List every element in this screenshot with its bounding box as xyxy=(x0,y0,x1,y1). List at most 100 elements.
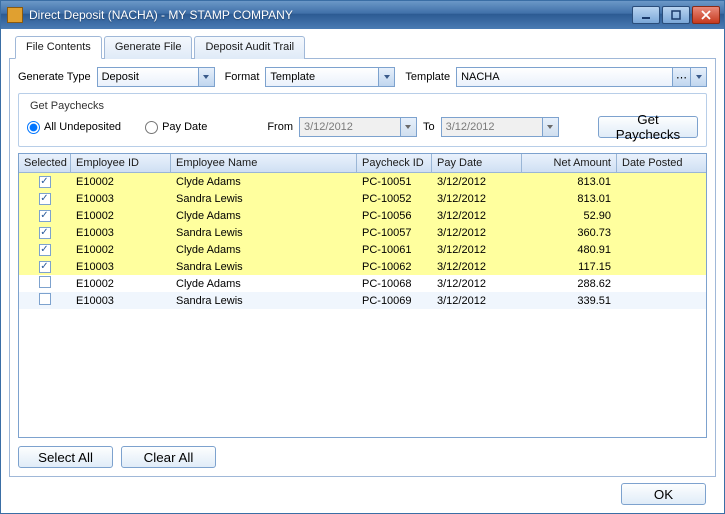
cell-pay-date: 3/12/2012 xyxy=(432,295,522,307)
cell-net-amount: 813.01 xyxy=(522,176,617,188)
cell-employee-name: Clyde Adams xyxy=(171,244,357,256)
cell-employee-id: E10003 xyxy=(71,227,171,239)
cell-pay-date: 3/12/2012 xyxy=(432,193,522,205)
row-checkbox[interactable] xyxy=(39,293,51,305)
cell-employee-name: Sandra Lewis xyxy=(171,295,357,307)
table-row[interactable]: E10002Clyde AdamsPC-100513/12/2012813.01 xyxy=(19,173,706,190)
generate-type-label: Generate Type xyxy=(18,71,91,83)
cell-paycheck-id: PC-10068 xyxy=(357,278,432,290)
cell-pay-date: 3/12/2012 xyxy=(432,261,522,273)
cell-employee-id: E10002 xyxy=(71,244,171,256)
cell-net-amount: 813.01 xyxy=(522,193,617,205)
generate-type-combo[interactable]: Deposit xyxy=(97,67,215,87)
cell-paycheck-id: PC-10069 xyxy=(357,295,432,307)
cell-net-amount: 480.91 xyxy=(522,244,617,256)
radio-all-undeposited-label: All Undeposited xyxy=(44,121,121,133)
tab-file-contents[interactable]: File Contents xyxy=(15,36,102,59)
to-date-value: 3/12/2012 xyxy=(446,121,495,133)
row-checkbox[interactable] xyxy=(39,176,51,188)
row-checkbox[interactable] xyxy=(39,244,51,256)
col-employee-id[interactable]: Employee ID xyxy=(71,154,171,172)
radio-all-undeposited[interactable]: All Undeposited xyxy=(27,121,121,134)
row-checkbox[interactable] xyxy=(39,227,51,239)
grid-header: Selected Employee ID Employee Name Paych… xyxy=(19,154,706,173)
cell-paycheck-id: PC-10052 xyxy=(357,193,432,205)
grid-body[interactable]: E10002Clyde AdamsPC-100513/12/2012813.01… xyxy=(19,173,706,437)
cell-net-amount: 339.51 xyxy=(522,295,617,307)
select-all-button[interactable]: Select All xyxy=(18,446,113,468)
table-row[interactable]: E10003Sandra LewisPC-100693/12/2012339.5… xyxy=(19,292,706,309)
chevron-down-icon xyxy=(400,118,416,136)
cell-employee-name: Clyde Adams xyxy=(171,210,357,222)
ok-button[interactable]: OK xyxy=(621,483,706,505)
tab-strip: File Contents Generate File Deposit Audi… xyxy=(9,35,716,59)
template-value: NACHA xyxy=(461,71,672,83)
col-net-amount[interactable]: Net Amount xyxy=(522,154,617,172)
col-paycheck-id[interactable]: Paycheck ID xyxy=(357,154,432,172)
get-paychecks-fieldset: Get Paychecks All Undeposited Pay Date F… xyxy=(18,93,707,147)
tab-generate-file[interactable]: Generate File xyxy=(104,36,193,59)
tab-panel: Generate Type Deposit Format Template Te… xyxy=(9,59,716,477)
cell-net-amount: 52.90 xyxy=(522,210,617,222)
app-icon xyxy=(7,7,23,23)
cell-employee-id: E10003 xyxy=(71,193,171,205)
cell-net-amount: 360.73 xyxy=(522,227,617,239)
format-combo[interactable]: Template xyxy=(265,67,395,87)
get-paychecks-button[interactable]: Get Paychecks xyxy=(598,116,698,138)
cell-paycheck-id: PC-10062 xyxy=(357,261,432,273)
cell-pay-date: 3/12/2012 xyxy=(432,227,522,239)
cell-employee-name: Sandra Lewis xyxy=(171,227,357,239)
maximize-button[interactable] xyxy=(662,6,690,24)
template-combo[interactable]: NACHA ⋯ xyxy=(456,67,707,87)
titlebar: Direct Deposit (NACHA) - MY STAMP COMPAN… xyxy=(1,1,724,29)
table-row[interactable]: E10003Sandra LewisPC-100523/12/2012813.0… xyxy=(19,190,706,207)
cell-paycheck-id: PC-10057 xyxy=(357,227,432,239)
from-date-value: 3/12/2012 xyxy=(304,121,353,133)
cell-paycheck-id: PC-10061 xyxy=(357,244,432,256)
chevron-down-icon xyxy=(378,68,394,86)
cell-net-amount: 117.15 xyxy=(522,261,617,273)
chevron-down-icon xyxy=(198,68,214,86)
cell-employee-name: Clyde Adams xyxy=(171,176,357,188)
cell-employee-id: E10002 xyxy=(71,278,171,290)
cell-employee-name: Sandra Lewis xyxy=(171,261,357,273)
from-label: From xyxy=(267,121,293,133)
table-row[interactable]: E10003Sandra LewisPC-100573/12/2012360.7… xyxy=(19,224,706,241)
table-row[interactable]: E10003Sandra LewisPC-100623/12/2012117.1… xyxy=(19,258,706,275)
from-date-input[interactable]: 3/12/2012 xyxy=(299,117,417,137)
cell-employee-name: Sandra Lewis xyxy=(171,193,357,205)
paychecks-grid: Selected Employee ID Employee Name Paych… xyxy=(18,153,707,438)
chevron-down-icon xyxy=(542,118,558,136)
table-row[interactable]: E10002Clyde AdamsPC-100613/12/2012480.91 xyxy=(19,241,706,258)
cell-pay-date: 3/12/2012 xyxy=(432,176,522,188)
close-button[interactable] xyxy=(692,6,720,24)
minimize-button[interactable] xyxy=(632,6,660,24)
table-row[interactable]: E10002Clyde AdamsPC-100563/12/201252.90 xyxy=(19,207,706,224)
format-label: Format xyxy=(225,71,260,83)
row-checkbox[interactable] xyxy=(39,276,51,288)
template-label: Template xyxy=(405,71,450,83)
cell-employee-id: E10003 xyxy=(71,295,171,307)
format-value: Template xyxy=(270,71,378,83)
clear-all-button[interactable]: Clear All xyxy=(121,446,216,468)
window-title: Direct Deposit (NACHA) - MY STAMP COMPAN… xyxy=(29,8,632,22)
cell-employee-name: Clyde Adams xyxy=(171,278,357,290)
col-employee-name[interactable]: Employee Name xyxy=(171,154,357,172)
table-row[interactable]: E10002Clyde AdamsPC-100683/12/2012288.62 xyxy=(19,275,706,292)
radio-pay-date[interactable]: Pay Date xyxy=(145,121,207,134)
row-checkbox[interactable] xyxy=(39,210,51,222)
row-checkbox[interactable] xyxy=(39,261,51,273)
row-checkbox[interactable] xyxy=(39,193,51,205)
col-date-posted[interactable]: Date Posted xyxy=(617,154,706,172)
col-pay-date[interactable]: Pay Date xyxy=(432,154,522,172)
tab-deposit-audit-trail[interactable]: Deposit Audit Trail xyxy=(194,36,305,59)
radio-pay-date-label: Pay Date xyxy=(162,121,207,133)
to-date-input[interactable]: 3/12/2012 xyxy=(441,117,559,137)
cell-employee-id: E10002 xyxy=(71,176,171,188)
cell-pay-date: 3/12/2012 xyxy=(432,210,522,222)
cell-paycheck-id: PC-10056 xyxy=(357,210,432,222)
ellipsis-icon: ⋯ xyxy=(672,68,690,86)
col-selected[interactable]: Selected xyxy=(19,154,71,172)
cell-employee-id: E10002 xyxy=(71,210,171,222)
chevron-down-icon xyxy=(690,68,706,86)
